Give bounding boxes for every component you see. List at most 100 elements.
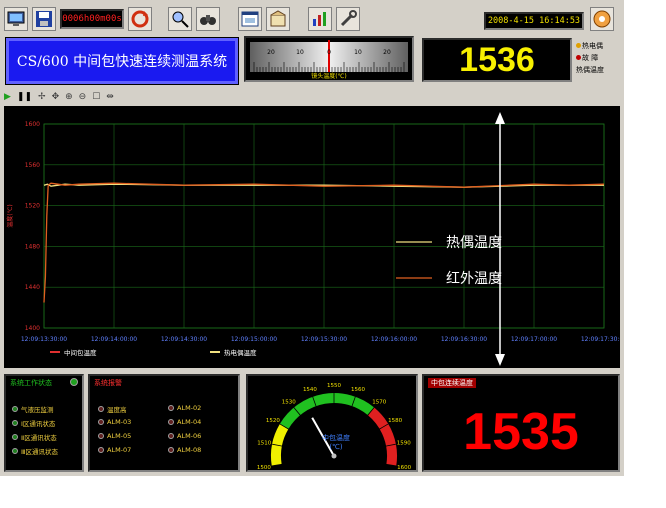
chart-button[interactable]	[308, 7, 332, 31]
x-tick-label: 12:09:16:30:00	[441, 336, 487, 343]
gauge-tick-label: 1550	[327, 383, 341, 389]
status-legend: 热电偶 故 障 热偶温度	[576, 40, 620, 76]
x-tick-label: 12:09:17:30:00	[581, 336, 620, 343]
gauge-hub	[331, 453, 337, 459]
status-led-icon	[12, 448, 18, 454]
alarm-item: ALM-08	[168, 446, 201, 454]
datetime-display: 2008-4-15 16:14:53	[484, 12, 584, 30]
pause-icon[interactable]: ❚❚	[17, 92, 32, 102]
panel-title: 中包连续温度	[428, 378, 476, 388]
zoom-in-icon[interactable]: ⊕	[65, 92, 73, 102]
temperature-chart: 1600 1560 1520 1480 1440 1400 12:09:13:30:00 1…	[4, 106, 627, 368]
continuous-temperature-value: 1535	[463, 403, 579, 461]
status-led-icon	[12, 406, 18, 412]
gauge-unit: (℃)	[329, 443, 343, 451]
panel-title: 系统工作状态	[10, 379, 52, 387]
alarm-led-icon	[168, 447, 174, 453]
search-button[interactable]	[168, 7, 192, 31]
info-icon	[593, 10, 611, 28]
alarm-item-label: ALM-08	[177, 446, 202, 454]
status-item-label: Ⅰ区通讯状态	[21, 420, 56, 428]
alarm-item: ALM-03	[98, 418, 131, 426]
y-tick-label: 1520	[25, 203, 40, 210]
alarm-item: 温度高	[98, 404, 127, 414]
status-led-icon	[12, 420, 18, 426]
scale-label: 镜头温度(℃)	[311, 72, 346, 80]
scale-tick-label: 0	[327, 49, 331, 56]
cabinet-icon	[270, 10, 286, 27]
refresh-icon	[131, 10, 149, 28]
tundish-temperature-gauge-panel: 1500 1510 1520 1530 1540 1550 1560 1570 1580 1590…	[246, 374, 418, 472]
alarm-item-label: ALM-06	[177, 432, 202, 440]
chart-svg: 160015601520148014401400 12:09:13:30:00 1…	[6, 112, 627, 366]
alarm-led-icon	[98, 433, 104, 439]
current-temperature: 1536	[422, 38, 572, 82]
alarm-item: ALM-02	[168, 404, 201, 412]
panel-title: 系统报警	[94, 379, 122, 387]
system-title: CS/600 中间包快速连续测温系统	[5, 37, 239, 85]
legend-item: 故 障	[576, 52, 620, 64]
save-button[interactable]	[32, 7, 56, 31]
temperature-gauge: 1500 1510 1520 1530 1540 1550 1560 1570 1580 1590…	[257, 383, 412, 471]
y-tick-label: 1400	[25, 325, 40, 332]
lens-temperature-scale: 镜头温度(℃) 20 10 0 10 20	[244, 36, 414, 82]
legend-label: 热偶温度	[576, 66, 604, 74]
gauge-tick-label: 1540	[303, 387, 317, 393]
x-tick-label: 12:09:14:30:00	[161, 336, 207, 343]
gauge-tick-label: 1500	[257, 465, 271, 470]
arrow-down-icon	[495, 354, 505, 366]
gauge-tick-label: 1570	[372, 399, 386, 405]
info-button[interactable]	[590, 7, 614, 31]
x-tick-label: 12:09:13:30:00	[21, 336, 67, 343]
status-led-icon	[70, 378, 78, 386]
tools-icon	[340, 10, 357, 27]
monitor-button[interactable]	[4, 7, 28, 31]
chart-icon	[313, 12, 326, 26]
move-icon[interactable]: ✥	[52, 92, 60, 102]
status-item-label: Ⅲ区通讯状态	[21, 448, 58, 456]
x-tick-label: 12:09:16:00:00	[371, 336, 417, 343]
toolbar: 0006h00m00s 2008-4-15 16:14:53	[4, 4, 620, 34]
alarm-led-icon	[168, 433, 174, 439]
cabinet-button[interactable]	[266, 7, 290, 31]
alarm-item-label: ALM-03	[107, 418, 132, 426]
zoom-out-icon[interactable]: ⊖	[79, 92, 87, 102]
app-window: 0006h00m00s 2008-4-15 16:14:53 CS/600 中间…	[0, 0, 627, 476]
legend-label: 热电偶温度	[224, 348, 257, 357]
y-axis: 1600 1560 1520 1480 1440 1400	[25, 121, 40, 332]
scale-tick-label: 20	[267, 49, 275, 56]
continuous-temperature-panel: 中包连续温度 1535	[422, 374, 620, 472]
legend-dot	[576, 55, 581, 60]
status-item-label: 气液压监测	[21, 406, 54, 414]
legend-dot	[576, 43, 581, 48]
gauge-tick-label: 1560	[351, 387, 365, 393]
y-tick-label: 1440	[25, 284, 40, 291]
arrow-up-icon	[495, 112, 505, 124]
chart-grid	[43, 123, 605, 329]
alarm-led-icon	[168, 419, 174, 425]
gauge-arc	[279, 393, 375, 430]
window-icon	[241, 11, 259, 27]
pan-icon[interactable]: ✢	[38, 92, 46, 102]
y-tick-label: 1560	[25, 162, 40, 169]
play-icon[interactable]: ▶	[4, 92, 11, 102]
save-icon	[36, 11, 52, 27]
status-led-icon	[12, 434, 18, 440]
refresh-button[interactable]	[128, 7, 152, 31]
window-button[interactable]	[238, 7, 262, 31]
status-item-label: Ⅱ区通讯状态	[21, 434, 57, 442]
monitor-icon	[7, 11, 25, 26]
checkbox-icon[interactable]: ☐	[92, 92, 100, 102]
alarm-led-icon	[98, 406, 104, 412]
alarm-item: ALM-06	[168, 432, 201, 440]
tools-button[interactable]	[336, 7, 360, 31]
alarm-item: ALM-04	[168, 418, 201, 426]
alarm-led-icon	[98, 419, 104, 425]
cursor-icon[interactable]: ⇹	[106, 92, 114, 102]
x-axis: 12:09:13:30:00 12:09:14:00:00 12:09:14:30:…	[21, 336, 627, 343]
gauge-tick-label: 1510	[257, 441, 271, 447]
y-tick-label: 1480	[25, 243, 40, 250]
binoculars-button[interactable]	[196, 7, 220, 31]
x-tick-label: 12:09:14:00:00	[91, 336, 137, 343]
system-alarm-panel: 系统报警 温度高 ALM-03 ALM-05 ALM-07 ALM-02 ALM…	[88, 374, 240, 472]
